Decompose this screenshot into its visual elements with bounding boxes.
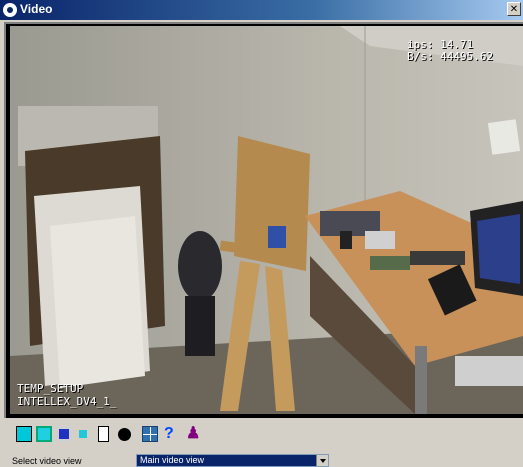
bps-readout: B/s: 44495.62 (407, 50, 494, 63)
view-blue-icon[interactable] (56, 426, 72, 442)
toolbar: ? ♟ (10, 424, 522, 444)
view-cyan-icon[interactable] (16, 426, 32, 442)
video-view[interactable]: ips: 14.71 B/s: 44495.62 TEMP_SETUP INTE… (10, 26, 523, 414)
video-view-select[interactable]: Main video view (136, 454, 329, 467)
view-cyan-small-icon[interactable] (36, 426, 52, 442)
grid-view-icon[interactable] (142, 426, 158, 442)
camera-label-line1: TEMP_SETUP (17, 382, 84, 395)
chevron-down-icon[interactable] (316, 455, 328, 466)
page-icon[interactable] (98, 426, 109, 442)
video-image (10, 26, 523, 414)
close-button[interactable]: ✕ (507, 2, 521, 16)
figure-icon[interactable]: ♟ (186, 426, 202, 442)
app-icon (3, 3, 17, 17)
camera-label-line2: INTELLEX_DV4_1_ (17, 395, 117, 408)
help-icon[interactable]: ? (164, 426, 180, 442)
title-bar: Video ✕ (0, 0, 523, 20)
select-video-view-label: Select video view (12, 456, 82, 466)
view-cyan-tiny-icon[interactable] (75, 426, 91, 442)
video-view-select-value: Main video view (140, 455, 205, 465)
snapshot-icon[interactable] (118, 428, 131, 441)
window-title: Video (20, 2, 53, 16)
